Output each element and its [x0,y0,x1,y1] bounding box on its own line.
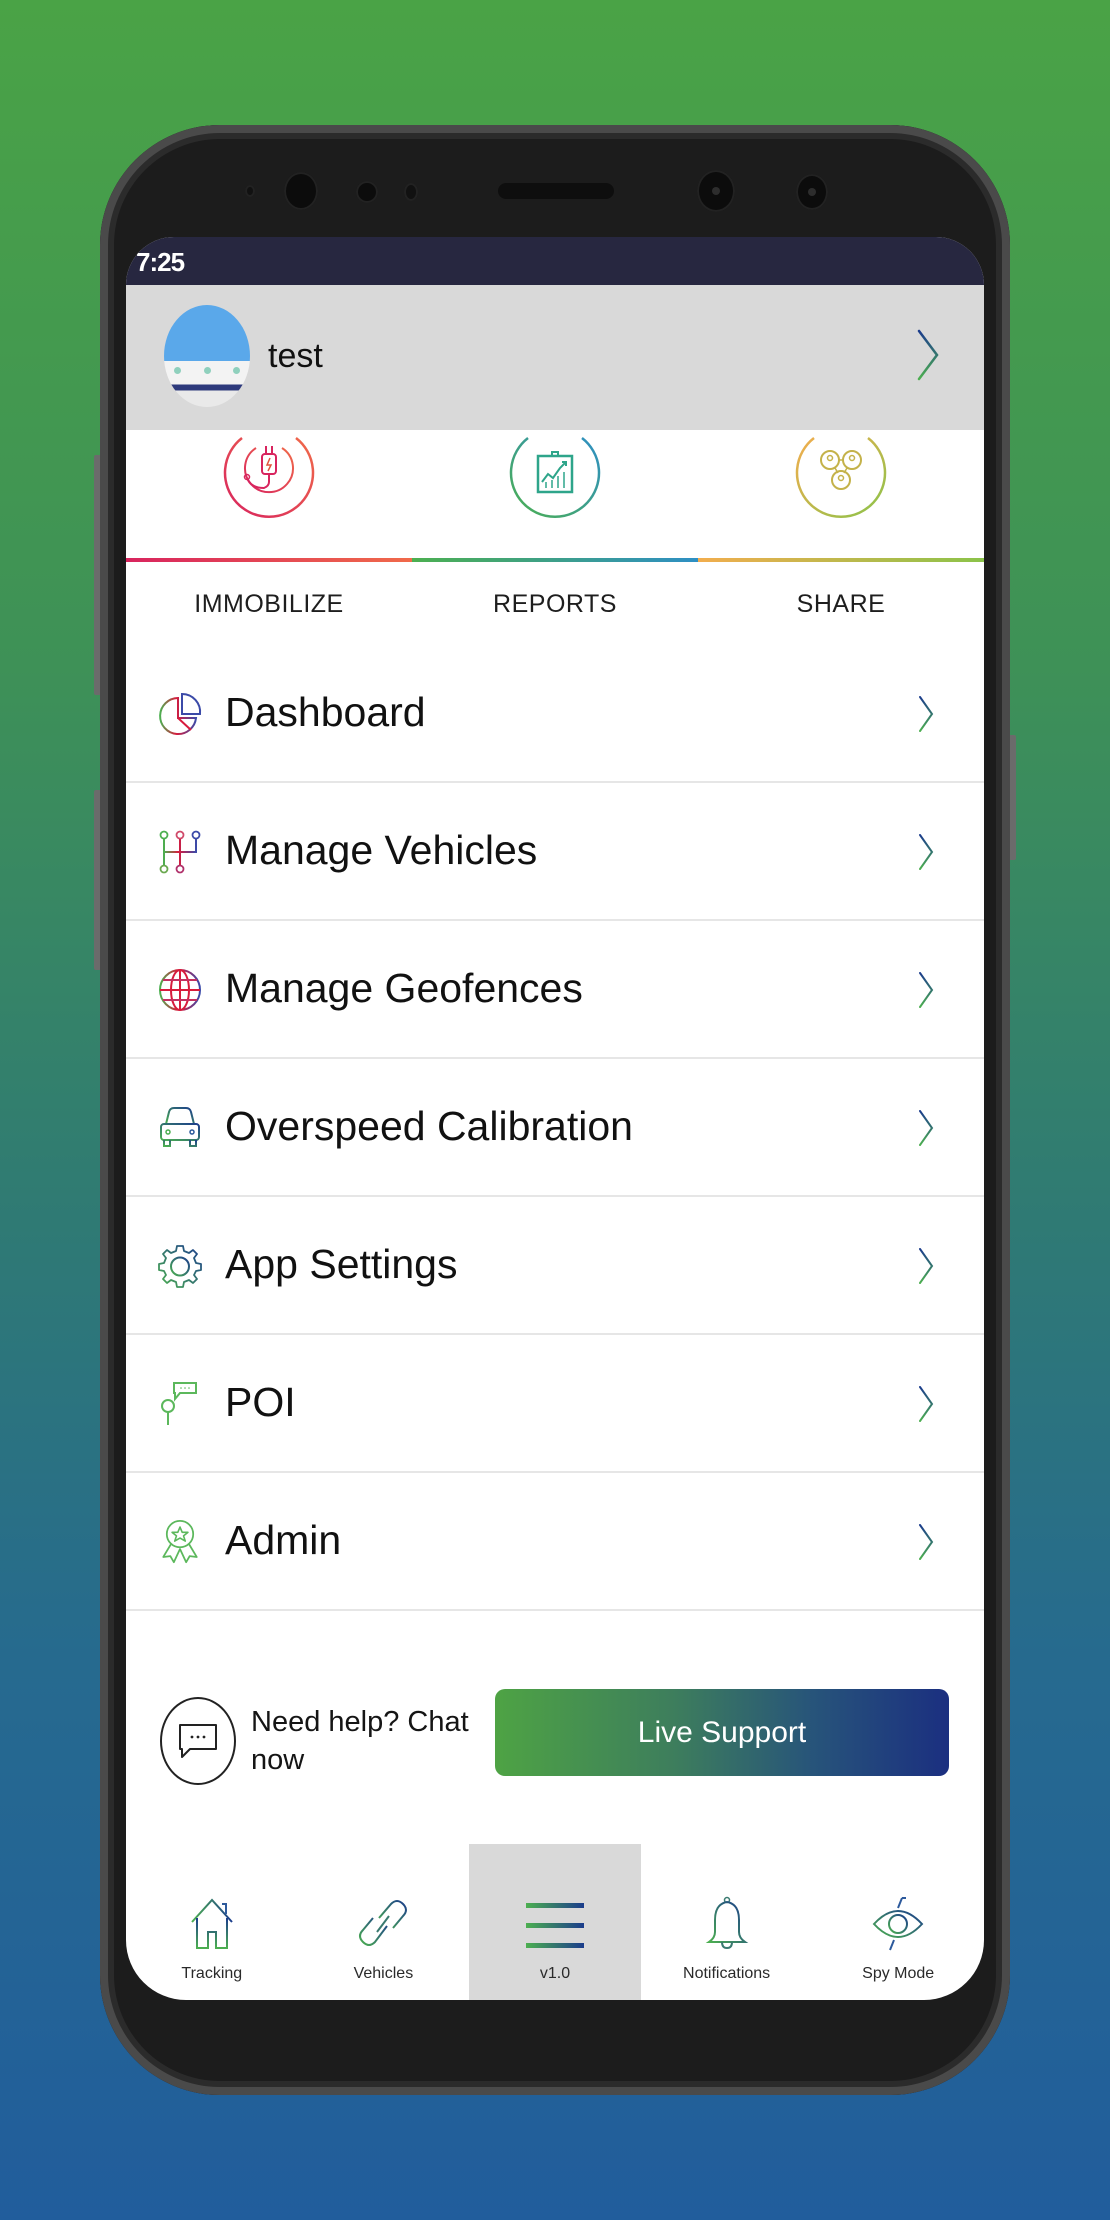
link-icon [359,1900,408,1946]
menu-item-dashboard[interactable]: Dashboard [126,645,984,783]
menu-item-label: Manage Geofences [225,965,583,1011]
quick-action-reports[interactable]: REPORTS [412,430,698,650]
nav-notifications[interactable]: Notifications [641,1844,813,2000]
menu-item-manage-vehicles[interactable]: Manage Vehicles [126,783,984,921]
iris-camera-icon [697,170,735,212]
award-icon [162,1520,198,1564]
chevron-right-icon [919,1386,934,1422]
share-underline [698,558,984,562]
chat-icon[interactable] [160,1697,236,1785]
nav-menu[interactable]: v1.0 [469,1844,641,2000]
menu-item-label: App Settings [225,1241,458,1287]
live-support-button[interactable]: Live Support [495,1689,949,1776]
eye-icon [872,1897,924,1951]
quick-action-share[interactable]: SHARE [698,430,984,650]
status-time: 7:25 [136,247,185,277]
nav-label: Vehicles [353,1965,414,1982]
share-people-icon [795,437,887,518]
quick-action-label: REPORTS [493,590,617,618]
nav-label: v1.0 [539,1965,571,1982]
menu-item-label: Admin [225,1517,342,1563]
sensor-dot [404,183,418,201]
nav-spy-mode[interactable]: Spy Mode [812,1844,984,2000]
avatar [164,305,250,407]
power-button[interactable] [1009,735,1016,860]
globe-icon [159,969,201,1011]
quick-action-immobilize[interactable]: IMMOBILIZE [126,430,412,650]
chevron-right-icon [919,1524,934,1560]
plug-icon [223,437,315,518]
menu-icon [525,1903,584,1948]
bottom-nav: Tracking Vehicles v1.0 Notifications Spy… [126,1844,984,2000]
front-camera-icon [284,172,318,210]
immobilize-underline [126,558,412,562]
chevron-right-icon [919,972,934,1008]
nav-label: Notifications [683,1965,771,1982]
chevron-right-icon [919,834,934,870]
menu-item-admin[interactable]: Admin [126,1473,984,1611]
menu-item-overspeed-calibration[interactable]: Overspeed Calibration [126,1059,984,1197]
nav-label: Tracking [181,1965,243,1982]
menu-item-label: Overspeed Calibration [225,1103,633,1149]
chevron-right-icon [919,1110,934,1146]
app-screen: 7:25 test IMMOBILIZE REPORTS SHARE Dashb… [126,237,984,2000]
nav-tracking[interactable]: Tracking [126,1844,298,2000]
chevron-right-icon [919,1248,934,1284]
menu-item-app-settings[interactable]: App Settings [126,1197,984,1335]
gear-shift-icon [159,830,201,874]
quick-action-label: SHARE [796,590,886,618]
quick-actions: IMMOBILIZE REPORTS SHARE [126,430,984,650]
chevron-right-icon [919,696,934,732]
home-icon [191,1898,233,1949]
gear-icon [158,1245,202,1288]
help-text: Need help? Chat now [251,1706,469,1776]
chart-board-icon [509,437,601,518]
nav-vehicles[interactable]: Vehicles [298,1844,470,2000]
car-icon [160,1107,200,1147]
profile-header[interactable]: test [126,285,984,430]
earpiece-speaker [498,183,614,199]
menu-item-poi[interactable]: POI [126,1335,984,1473]
profile-name: test [268,337,323,375]
quick-action-label: IMMOBILIZE [194,590,344,618]
pie-chart-icon [159,692,202,735]
iris-sensor-icon [796,174,828,210]
pin-chat-icon [161,1382,197,1425]
chevron-right-icon [917,329,939,381]
menu-item-label: POI [225,1379,296,1425]
status-bar: 7:25 [126,237,984,285]
help-section: Need help? Chat now Live Support [126,1689,984,1789]
nav-label: Spy Mode [862,1965,935,1982]
menu-item-label: Dashboard [225,689,426,735]
bell-icon [705,1896,748,1950]
menu-item-label: Manage Vehicles [225,827,538,873]
menu-item-manage-geofences[interactable]: Manage Geofences [126,921,984,1059]
proximity-sensor [245,185,255,197]
light-sensor [356,181,378,203]
reports-underline [412,558,698,562]
menu-list: Dashboard Manage Vehicles Manage Geofenc… [126,645,984,1611]
